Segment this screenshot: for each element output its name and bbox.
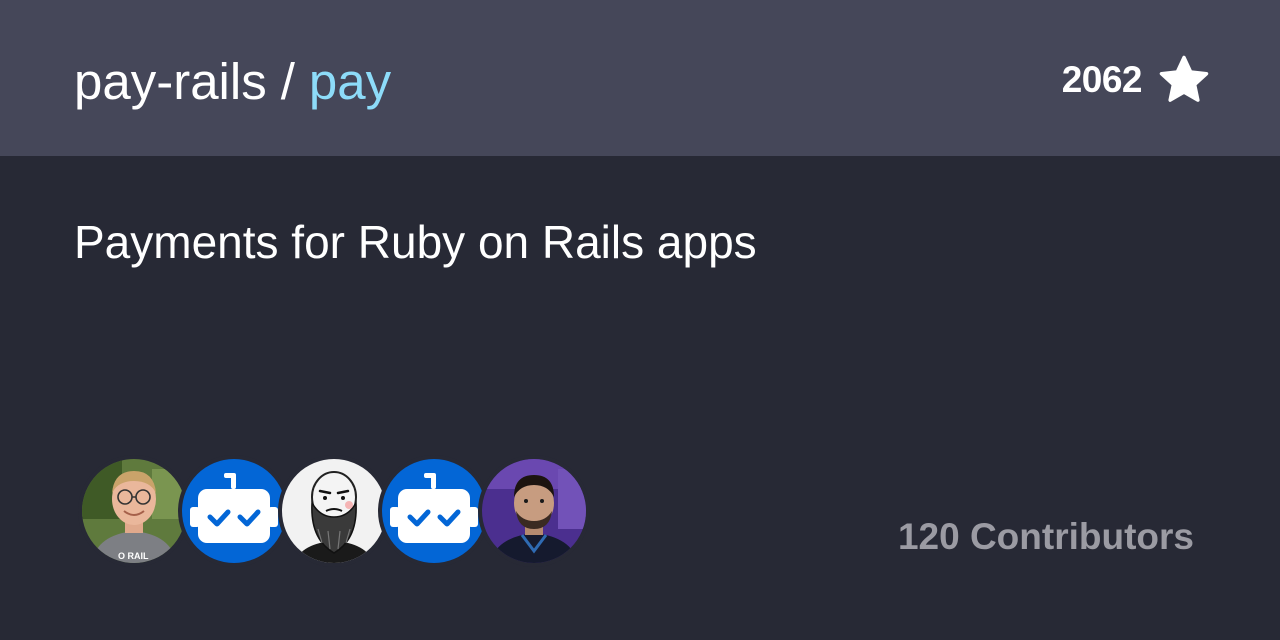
contributors-count: 120 Contributors [897,516,1194,557]
repo-owner[interactable]: pay-rails [74,53,267,110]
star-count: 2062 [1061,59,1143,100]
star-icon [1159,55,1209,102]
repo-title: pay-rails / pay [74,50,391,114]
repo-header: pay-rails / pay 2062 [0,0,1280,156]
contributor-avatars: O RAIL [78,455,590,567]
bot-avatar[interactable] [378,455,490,567]
repo-separator: / [280,53,295,110]
stars-widget[interactable]: 2062 [1062,52,1210,108]
svg-text:O RAIL: O RAIL [118,551,149,561]
repo-description: Payments for Ruby on Rails apps [74,216,757,268]
contributor-avatar-3[interactable] [478,455,590,567]
contributor-avatar-2[interactable] [278,455,390,567]
repo-name[interactable]: pay [309,53,391,110]
contributor-avatar-1[interactable]: O RAIL [78,455,190,567]
bot-avatar[interactable] [178,455,290,567]
